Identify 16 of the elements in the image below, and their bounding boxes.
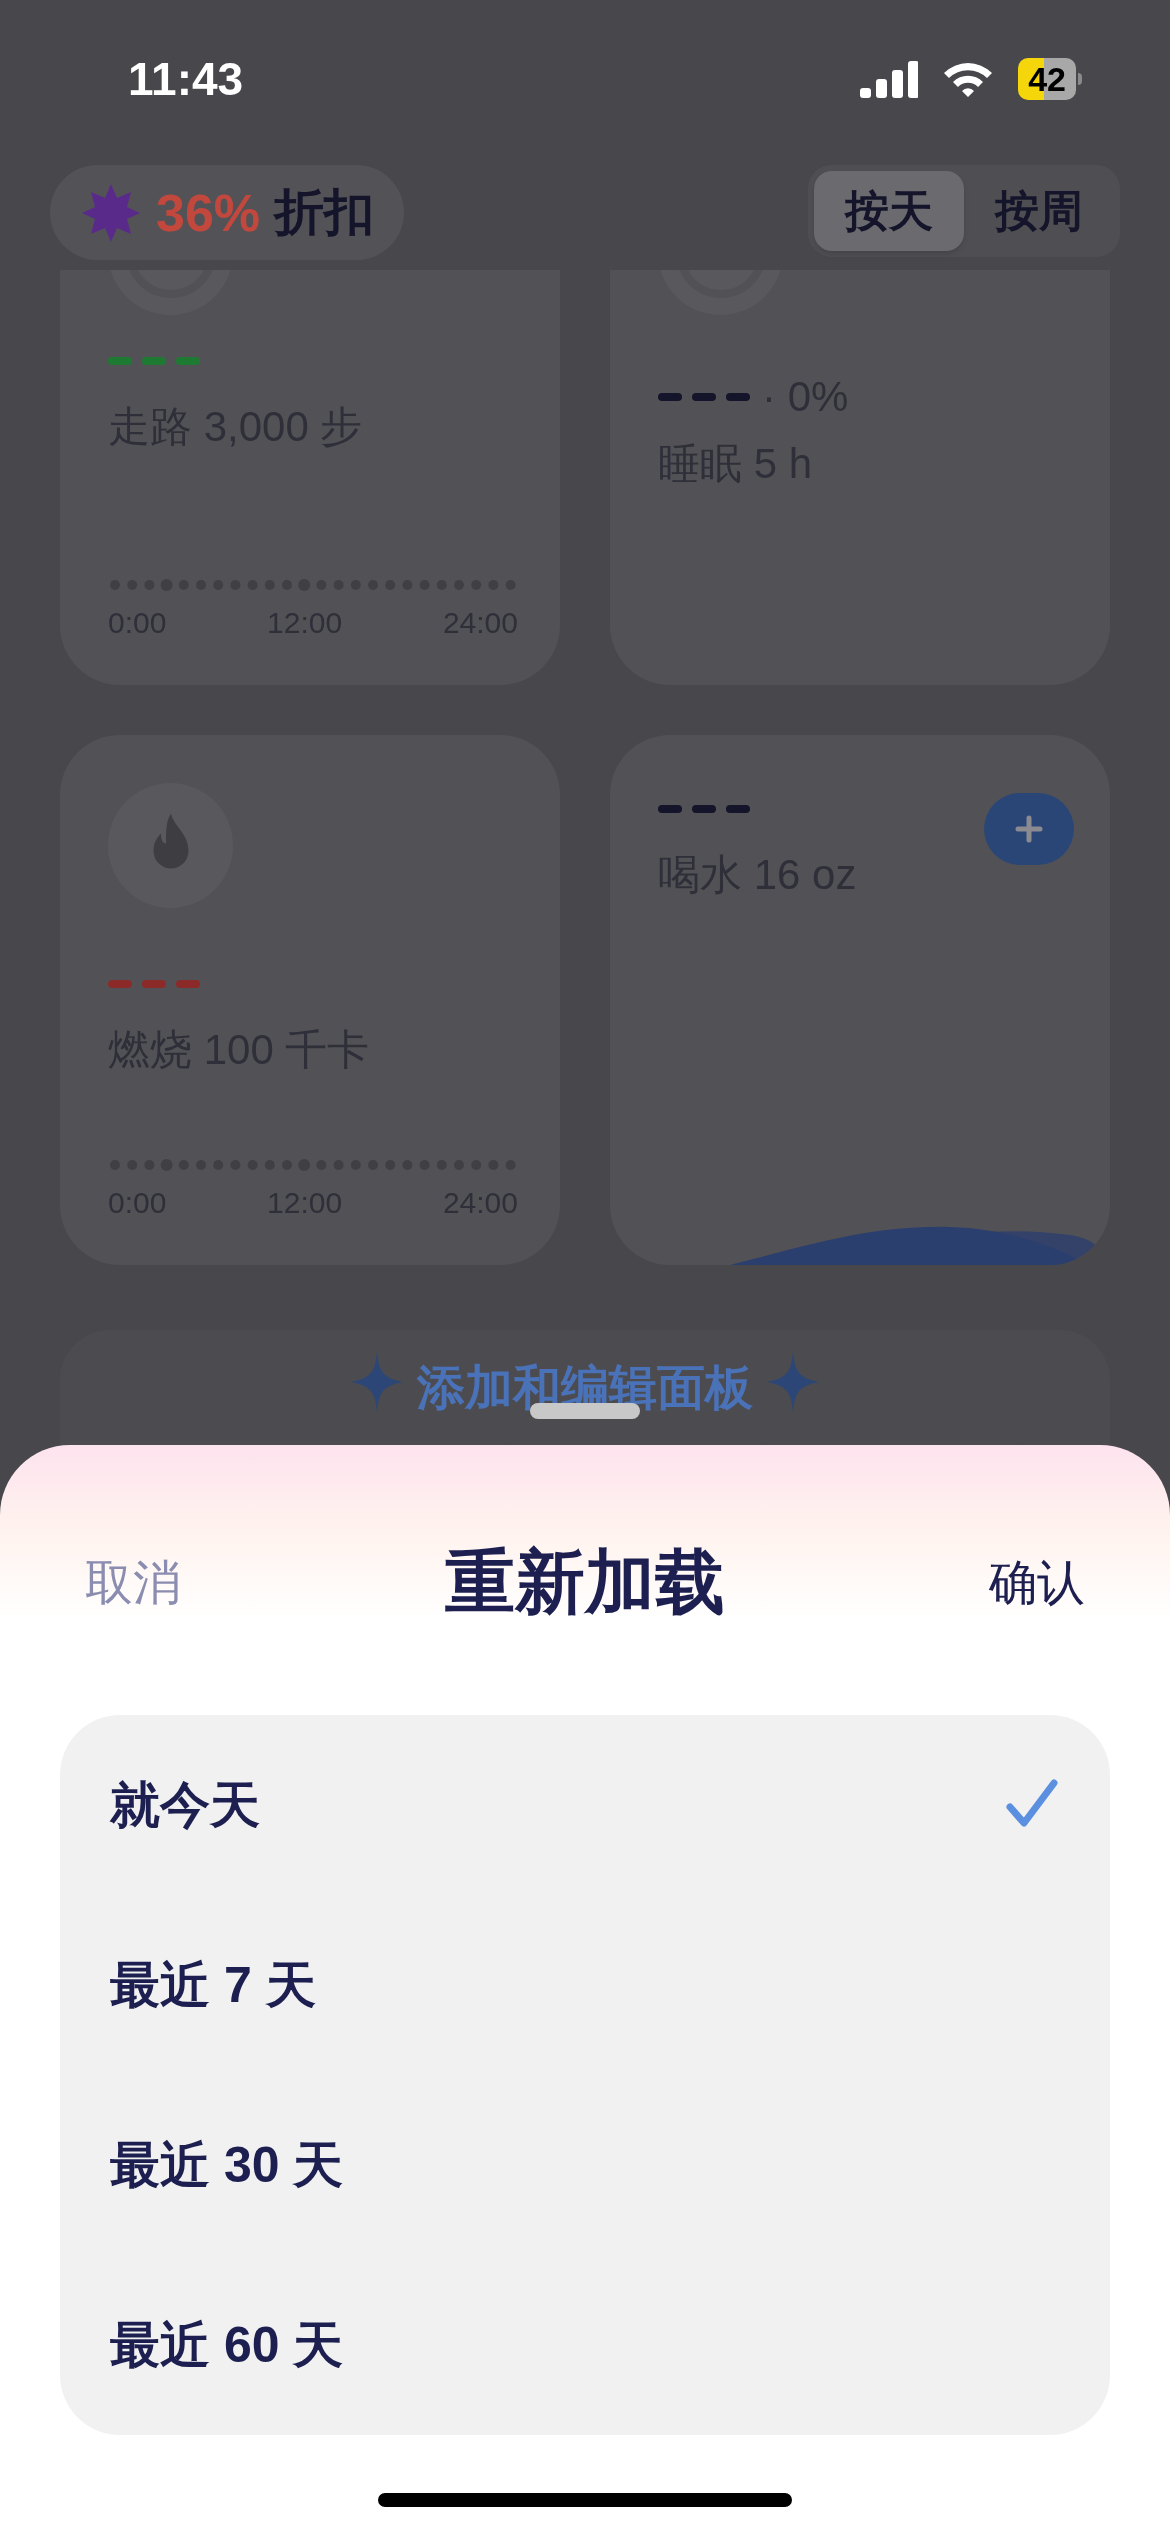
signal-icon bbox=[860, 60, 919, 98]
status-time: 11:43 bbox=[128, 51, 244, 107]
cancel-button[interactable]: 取消 bbox=[85, 1546, 181, 1619]
sheet-title: 重新加载 bbox=[445, 1542, 725, 1623]
discount-percent: 36% bbox=[156, 182, 261, 244]
discount-badge[interactable]: 36% 折扣 bbox=[50, 165, 405, 260]
confirm-button[interactable]: 确认 bbox=[989, 1546, 1085, 1619]
option-row[interactable]: 最近 30 天 bbox=[60, 2075, 1110, 2255]
option-row[interactable]: 就今天 bbox=[60, 1715, 1110, 1895]
plus-icon bbox=[1014, 814, 1044, 844]
option-row[interactable]: 最近 7 天 bbox=[60, 1895, 1110, 2075]
discount-label: 折扣 bbox=[274, 183, 375, 242]
segment-tab[interactable]: 按天 bbox=[814, 171, 964, 251]
option-row[interactable]: 最近 60 天 bbox=[60, 2255, 1110, 2435]
wifi-icon bbox=[942, 60, 995, 98]
segment-tab[interactable]: 按周 bbox=[964, 171, 1114, 251]
